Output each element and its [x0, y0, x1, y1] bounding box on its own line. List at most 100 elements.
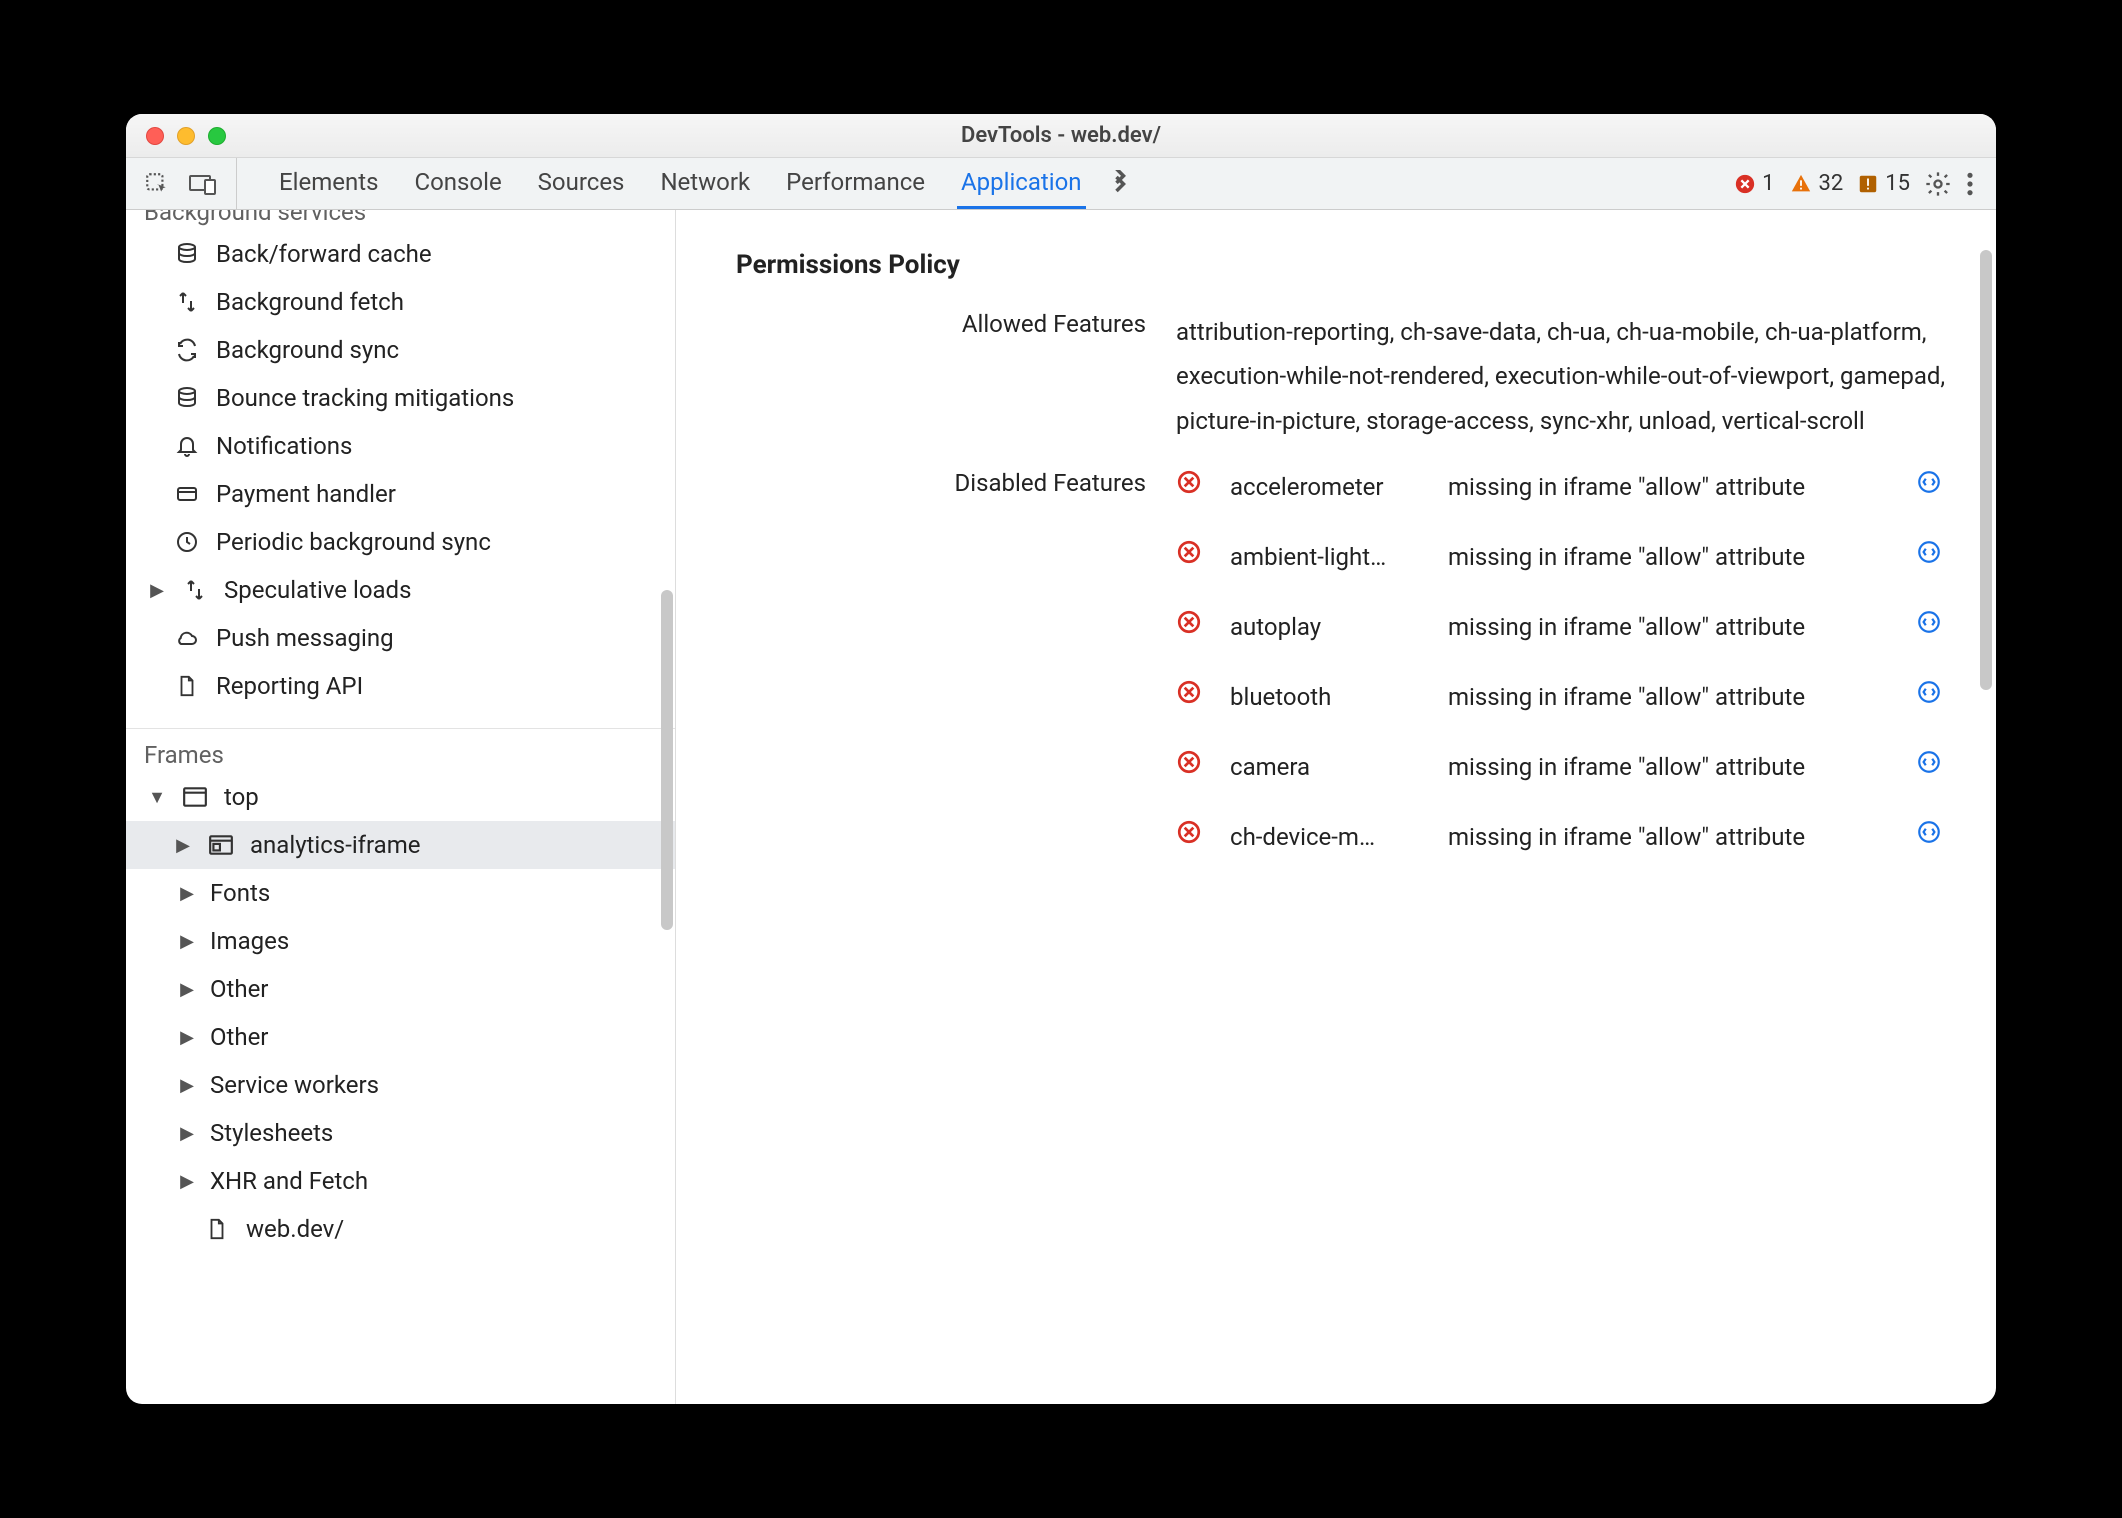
titlebar: DevTools - web.dev/ — [126, 114, 1996, 158]
sidebar-label: Background sync — [216, 336, 399, 364]
folder-label: Fonts — [210, 879, 270, 907]
reveal-in-elements-icon[interactable] — [1916, 539, 1956, 575]
disclosure-triangle-icon[interactable]: ▶ — [178, 1027, 196, 1048]
tab-application[interactable]: Application — [957, 158, 1086, 209]
minimize-window-button[interactable] — [177, 127, 195, 145]
feature-reason: missing in iframe "allow" attribute — [1448, 539, 1898, 575]
settings-button[interactable] — [1924, 170, 1952, 198]
frame-folder-images[interactable]: ▶ Images — [126, 917, 675, 965]
frame-folder-other[interactable]: ▶ Other — [126, 965, 675, 1013]
sidebar-item-payment-handler[interactable]: Payment handler — [126, 470, 675, 518]
resource-label: web.dev/ — [246, 1215, 344, 1243]
sidebar-label: Push messaging — [216, 624, 394, 652]
permissions-policy-panel: Permissions Policy Allowed Features attr… — [676, 210, 1996, 1404]
tab-performance[interactable]: Performance — [782, 158, 929, 209]
disabled-feature-row: cameramissing in iframe "allow" attribut… — [1176, 749, 1956, 785]
frame-folder-stylesheets[interactable]: ▶ Stylesheets — [126, 1109, 675, 1157]
tab-network[interactable]: Network — [656, 158, 754, 209]
clock-icon — [172, 530, 202, 554]
reveal-in-elements-icon[interactable] — [1916, 819, 1956, 855]
issues-count-value: 15 — [1885, 171, 1910, 196]
reveal-in-elements-icon[interactable] — [1916, 469, 1956, 505]
disclosure-triangle-icon[interactable]: ▶ — [178, 883, 196, 904]
devtools-window: DevTools - web.dev/ Elements Console Sou… — [126, 114, 1996, 1404]
sidebar-label: Periodic background sync — [216, 528, 491, 556]
section-frames: Frames — [126, 741, 675, 773]
tab-sources[interactable]: Sources — [534, 158, 629, 209]
reveal-in-elements-icon[interactable] — [1916, 609, 1956, 645]
disclosure-triangle-icon[interactable]: ▶ — [178, 931, 196, 952]
reveal-in-elements-icon[interactable] — [1916, 749, 1956, 785]
tab-elements[interactable]: Elements — [275, 158, 382, 209]
folder-label: XHR and Fetch — [210, 1167, 368, 1195]
allowed-features-label: Allowed Features — [736, 310, 1176, 338]
sidebar-item-speculative-loads[interactable]: ▶ Speculative loads — [126, 566, 675, 614]
frame-folder-other-2[interactable]: ▶ Other — [126, 1013, 675, 1061]
disclosure-triangle-icon[interactable]: ▶ — [174, 835, 192, 856]
sidebar-item-periodic-sync[interactable]: Periodic background sync — [126, 518, 675, 566]
frame-resource-webdev[interactable]: web.dev/ — [126, 1205, 675, 1253]
feature-reason: missing in iframe "allow" attribute — [1448, 819, 1898, 855]
feature-name: camera — [1230, 749, 1430, 785]
disclosure-triangle-icon[interactable]: ▶ — [178, 979, 196, 1000]
folder-label: Other — [210, 975, 268, 1003]
fetch-icon — [172, 290, 202, 314]
fetch-icon — [180, 578, 210, 602]
tab-console[interactable]: Console — [410, 158, 505, 209]
reveal-in-elements-icon[interactable] — [1916, 679, 1956, 715]
more-options-button[interactable] — [1966, 171, 1974, 197]
disclosure-triangle-icon[interactable]: ▶ — [178, 1171, 196, 1192]
feature-name: accelerometer — [1230, 469, 1430, 505]
zoom-window-button[interactable] — [208, 127, 226, 145]
blocked-icon — [1176, 679, 1212, 715]
error-count-value: 1 — [1762, 171, 1774, 196]
allowed-features-value: attribution-reporting, ch-save-data, ch-… — [1176, 310, 1956, 443]
device-toolbar-icon[interactable] — [188, 171, 218, 197]
sync-icon — [172, 338, 202, 362]
frame-folder-service-workers[interactable]: ▶ Service workers — [126, 1061, 675, 1109]
sidebar-label: Bounce tracking mitigations — [216, 384, 514, 412]
sidebar-item-notifications[interactable]: Notifications — [126, 422, 675, 470]
warning-count[interactable]: 32 — [1789, 171, 1844, 196]
folder-label: Stylesheets — [210, 1119, 333, 1147]
card-icon — [172, 482, 202, 506]
inspect-element-icon[interactable] — [144, 171, 170, 197]
disclosure-triangle-icon[interactable]: ▶ — [178, 1123, 196, 1144]
feature-name: ch-device-m… — [1230, 819, 1430, 855]
database-icon — [172, 242, 202, 266]
iframe-icon — [206, 834, 236, 856]
folder-label: Other — [210, 1023, 268, 1051]
sidebar-item-bfcache[interactable]: Back/forward cache — [126, 230, 675, 278]
disclosure-triangle-icon[interactable]: ▶ — [148, 580, 166, 601]
frame-label: top — [224, 783, 259, 811]
sidebar-item-bounce-tracking[interactable]: Bounce tracking mitigations — [126, 374, 675, 422]
disabled-feature-row: ch-device-m… missing in iframe "allow" at… — [1176, 819, 1956, 855]
frame-folder-xhr-fetch[interactable]: ▶ XHR and Fetch — [126, 1157, 675, 1205]
sidebar-label: Notifications — [216, 432, 352, 460]
sidebar-scrollbar[interactable] — [661, 590, 673, 930]
frame-folder-fonts[interactable]: ▶ Fonts — [126, 869, 675, 917]
document-icon — [202, 1217, 232, 1241]
document-icon — [172, 674, 202, 698]
main-scrollbar[interactable] — [1980, 250, 1992, 690]
warning-count-value: 32 — [1819, 171, 1844, 196]
frame-top[interactable]: ▼ top — [126, 773, 675, 821]
disclosure-triangle-icon[interactable]: ▶ — [178, 1075, 196, 1096]
sidebar-label: Speculative loads — [224, 576, 411, 604]
panel-title: Permissions Policy — [736, 250, 1956, 280]
sidebar-item-push-messaging[interactable]: Push messaging — [126, 614, 675, 662]
issues-count[interactable]: 15 — [1857, 171, 1910, 196]
traffic-lights — [126, 127, 226, 145]
blocked-icon — [1176, 539, 1212, 575]
disabled-feature-row: accelerometermissing in iframe "allow" a… — [1176, 469, 1956, 505]
more-tabs-button[interactable] — [1086, 170, 1154, 198]
error-count[interactable]: 1 — [1734, 171, 1774, 196]
section-background-services: Background services — [126, 210, 675, 230]
disclosure-triangle-icon[interactable]: ▼ — [148, 787, 166, 808]
frame-analytics-iframe[interactable]: ▶ analytics-iframe — [126, 821, 675, 869]
sidebar-item-background-sync[interactable]: Background sync — [126, 326, 675, 374]
sidebar-item-reporting-api[interactable]: Reporting API — [126, 662, 675, 710]
sidebar-label: Reporting API — [216, 672, 363, 700]
close-window-button[interactable] — [146, 127, 164, 145]
sidebar-item-background-fetch[interactable]: Background fetch — [126, 278, 675, 326]
